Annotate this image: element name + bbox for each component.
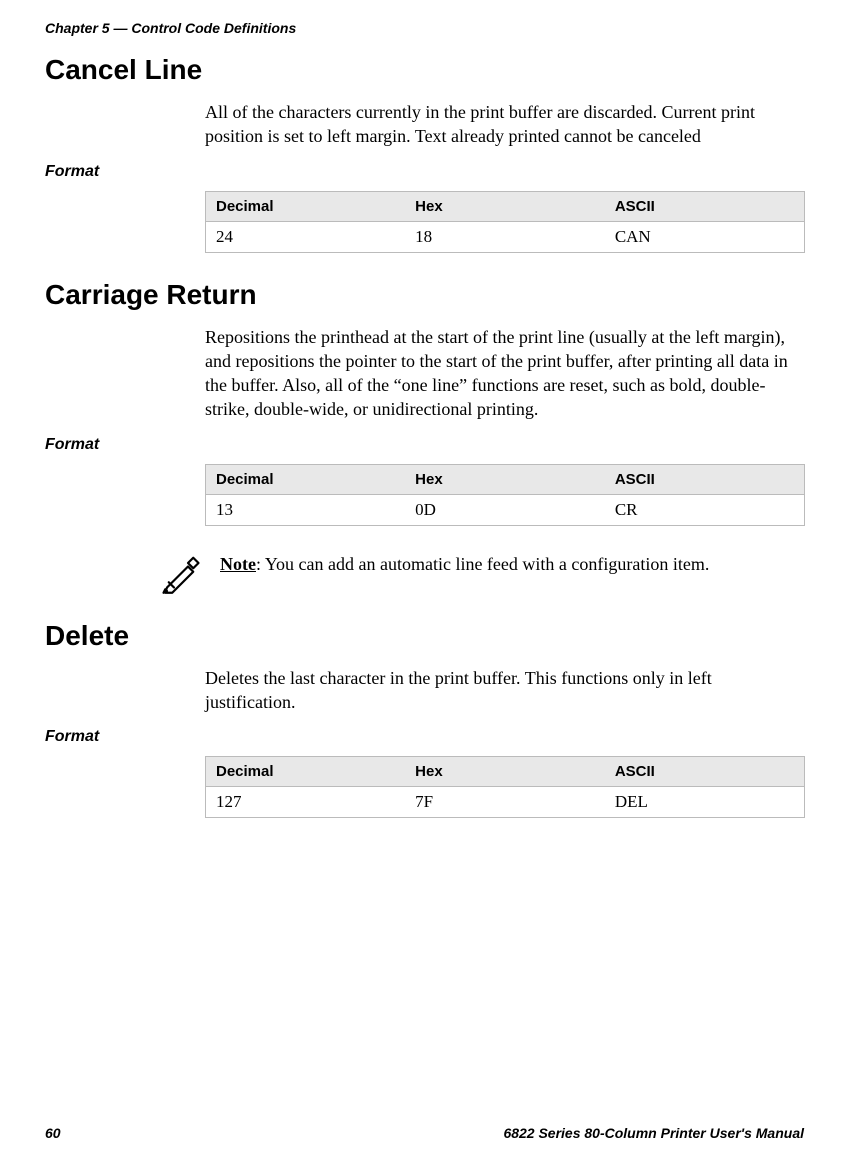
- body-text-delete: Deletes the last character in the print …: [205, 666, 799, 715]
- cell-hex: 0D: [405, 494, 605, 525]
- cell-decimal: 127: [206, 787, 406, 818]
- page-number: 60: [45, 1125, 61, 1141]
- note-text: Note: You can add an automatic line feed…: [220, 552, 709, 576]
- page-footer: 60 6822 Series 80-Column Printer User's …: [45, 1125, 804, 1141]
- cell-ascii: CR: [605, 494, 805, 525]
- format-label: Format: [45, 436, 804, 454]
- col-header-ascii: ASCII: [605, 191, 805, 221]
- body-text-carriage-return: Repositions the printhead at the start o…: [205, 325, 799, 422]
- cell-hex: 7F: [405, 787, 605, 818]
- section-title-delete: Delete: [45, 620, 804, 652]
- table-header-row: Decimal Hex ASCII: [206, 464, 805, 494]
- cell-hex: 18: [405, 221, 605, 252]
- format-table-delete: Decimal Hex ASCII 127 7F DEL: [205, 756, 805, 818]
- col-header-decimal: Decimal: [206, 464, 406, 494]
- section-title-carriage-return: Carriage Return: [45, 279, 804, 311]
- col-header-decimal: Decimal: [206, 191, 406, 221]
- cell-decimal: 24: [206, 221, 406, 252]
- table-row: 24 18 CAN: [206, 221, 805, 252]
- format-label: Format: [45, 728, 804, 746]
- col-header-ascii: ASCII: [605, 464, 805, 494]
- section-title-cancel-line: Cancel Line: [45, 54, 804, 86]
- col-header-hex: Hex: [405, 757, 605, 787]
- cell-ascii: DEL: [605, 787, 805, 818]
- table-header-row: Decimal Hex ASCII: [206, 757, 805, 787]
- cell-decimal: 13: [206, 494, 406, 525]
- format-label: Format: [45, 163, 804, 181]
- pencil-icon: [160, 556, 202, 598]
- table-row: 13 0D CR: [206, 494, 805, 525]
- body-text-cancel-line: All of the characters currently in the p…: [205, 100, 799, 149]
- col-header-hex: Hex: [405, 191, 605, 221]
- chapter-header: Chapter 5 — Control Code Definitions: [45, 20, 804, 36]
- col-header-decimal: Decimal: [206, 757, 406, 787]
- manual-title: 6822 Series 80-Column Printer User's Man…: [503, 1125, 804, 1141]
- note-body: : You can add an automatic line feed wit…: [256, 554, 709, 574]
- col-header-ascii: ASCII: [605, 757, 805, 787]
- format-table-carriage-return: Decimal Hex ASCII 13 0D CR: [205, 464, 805, 526]
- table-row: 127 7F DEL: [206, 787, 805, 818]
- table-header-row: Decimal Hex ASCII: [206, 191, 805, 221]
- note-label: Note: [220, 554, 256, 574]
- cell-ascii: CAN: [605, 221, 805, 252]
- format-table-cancel-line: Decimal Hex ASCII 24 18 CAN: [205, 191, 805, 253]
- note-block: Note: You can add an automatic line feed…: [160, 552, 799, 598]
- col-header-hex: Hex: [405, 464, 605, 494]
